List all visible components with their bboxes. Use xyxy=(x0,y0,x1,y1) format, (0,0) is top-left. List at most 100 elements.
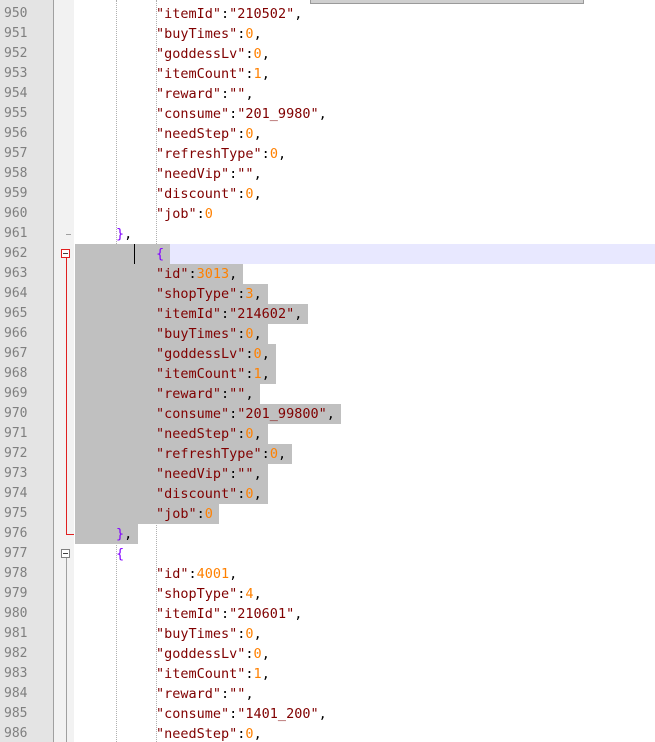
code-editor[interactable]: 950 "itemId":"210502", 951 "buyTimes":0, 952… xyxy=(0,0,655,742)
line-number: 970 xyxy=(4,406,28,421)
code-token: "210502" xyxy=(229,6,295,22)
code-text: "itemId":"210601", xyxy=(156,604,308,624)
line-number: 964 xyxy=(4,286,28,301)
code-line[interactable]: 952 "goddessLv":0, xyxy=(0,44,655,64)
code-token: , xyxy=(253,26,262,42)
code-text: "discount":0, xyxy=(156,184,268,204)
code-line[interactable]: 979 "shopType":4, xyxy=(0,584,655,604)
code-line[interactable]: 984 "reward":"", xyxy=(0,684,655,704)
code-token: "reward" xyxy=(156,386,222,402)
code-token: 0 xyxy=(245,126,254,142)
code-token: "consume" xyxy=(156,406,230,422)
code-token: , xyxy=(253,426,262,442)
fold-collapse-icon[interactable] xyxy=(61,249,70,258)
code-token: : xyxy=(261,146,270,162)
code-line[interactable]: 964 "shopType":3, xyxy=(0,284,655,304)
code-token: : xyxy=(188,566,197,582)
code-line[interactable]: 986 "needStep":0, xyxy=(0,724,655,742)
code-line[interactable]: 954 "reward":"", xyxy=(0,84,655,104)
code-token: "discount" xyxy=(156,186,238,202)
code-line[interactable]: 976}, xyxy=(0,524,655,544)
code-line[interactable]: 971 "needStep":0, xyxy=(0,424,655,444)
code-line[interactable]: 972 "refreshType":0, xyxy=(0,444,655,464)
code-token: "reward" xyxy=(156,686,222,702)
code-token: , xyxy=(253,126,262,142)
code-token: "" xyxy=(229,86,246,102)
code-token: "consume" xyxy=(156,706,230,722)
code-text: "itemId":"210502", xyxy=(156,4,308,24)
code-text: "consume":"1401_200", xyxy=(156,704,333,724)
code-line[interactable]: 985 "consume":"1401_200", xyxy=(0,704,655,724)
code-line[interactable]: 956 "needStep":0, xyxy=(0,124,655,144)
line-number: 952 xyxy=(4,46,28,61)
code-line[interactable]: 966 "buyTimes":0, xyxy=(0,324,655,344)
code-text: "goddessLv":0, xyxy=(156,644,276,664)
line-number: 980 xyxy=(4,606,28,621)
code-token: , xyxy=(294,606,303,622)
code-token: : xyxy=(245,66,254,82)
code-line[interactable]: 967 "goddessLv":0, xyxy=(0,344,655,364)
line-number: 960 xyxy=(4,206,28,221)
code-text: "needStep":0, xyxy=(156,124,268,144)
code-token: "shopType" xyxy=(156,586,238,602)
code-line[interactable]: 973 "needVip":"", xyxy=(0,464,655,484)
code-line[interactable]: 951 "buyTimes":0, xyxy=(0,24,655,44)
code-token: "needStep" xyxy=(156,726,238,742)
code-token: : xyxy=(221,386,230,402)
code-token: "210601" xyxy=(229,606,295,622)
code-token: , xyxy=(124,226,133,242)
code-line[interactable]: 957 "refreshType":0, xyxy=(0,144,655,164)
code-text: "itemId":"214602", xyxy=(75,304,309,324)
code-line[interactable]: 958 "needVip":"", xyxy=(0,164,655,184)
code-line[interactable]: 977 { xyxy=(0,544,655,564)
code-line[interactable]: 980 "itemId":"210601", xyxy=(0,604,655,624)
line-number: 951 xyxy=(4,26,28,41)
code-token: "buyTimes" xyxy=(156,326,238,342)
line-number: 965 xyxy=(4,306,28,321)
code-token: , xyxy=(229,266,238,282)
line-number: 950 xyxy=(4,6,28,21)
code-token: "needStep" xyxy=(156,426,238,442)
code-text: "buyTimes":0, xyxy=(75,324,268,344)
code-token: , xyxy=(253,626,262,642)
code-token: "shopType" xyxy=(156,286,238,302)
code-token: 0 xyxy=(204,206,213,222)
code-line[interactable]: 981 "buyTimes":0, xyxy=(0,624,655,644)
code-line[interactable]: 969 "reward":"", xyxy=(0,384,655,404)
code-text: "itemCount":1, xyxy=(75,364,276,384)
code-token: "itemCount" xyxy=(156,366,246,382)
code-token: "" xyxy=(237,466,254,482)
code-token: , xyxy=(326,406,335,422)
code-token: , xyxy=(261,666,270,682)
code-line[interactable]: 975 "job":0 xyxy=(0,504,655,524)
code-token: , xyxy=(277,146,287,162)
code-token: , xyxy=(261,646,270,662)
line-number: 961 xyxy=(4,226,28,241)
code-text: { xyxy=(75,244,171,264)
code-line[interactable]: 960 "job":0 xyxy=(0,204,655,224)
line-number: 956 xyxy=(4,126,28,141)
code-text: "id":4001, xyxy=(156,564,243,584)
code-token: "" xyxy=(229,386,246,402)
code-line[interactable]: 959 "discount":0, xyxy=(0,184,655,204)
code-line[interactable]: 983 "itemCount":1, xyxy=(0,664,655,684)
code-line[interactable]: 974 "discount":0, xyxy=(0,484,655,504)
code-token: "201_9980" xyxy=(237,106,319,122)
code-text: "itemCount":1, xyxy=(156,664,276,684)
line-number: 967 xyxy=(4,346,28,361)
code-line[interactable]: 950 "itemId":"210502", xyxy=(0,4,655,24)
code-line[interactable]: 961}, xyxy=(0,224,655,244)
code-line[interactable]: 982 "goddessLv":0, xyxy=(0,644,655,664)
code-line[interactable]: 968 "itemCount":1, xyxy=(0,364,655,384)
code-line[interactable]: 963 "id":3013, xyxy=(0,264,655,284)
code-token: , xyxy=(245,86,254,102)
code-token: , xyxy=(318,706,327,722)
code-line[interactable]: 955 "consume":"201_9980", xyxy=(0,104,655,124)
code-line[interactable]: 978 "id":4001, xyxy=(0,564,655,584)
code-line[interactable]: 970 "consume":"201_99800", xyxy=(0,404,655,424)
code-token: "itemId" xyxy=(156,306,222,322)
fold-collapse-icon[interactable] xyxy=(61,549,70,558)
code-line[interactable]: 962 { xyxy=(0,244,655,264)
code-line[interactable]: 953 "itemCount":1, xyxy=(0,64,655,84)
code-line[interactable]: 965 "itemId":"214602", xyxy=(0,304,655,324)
